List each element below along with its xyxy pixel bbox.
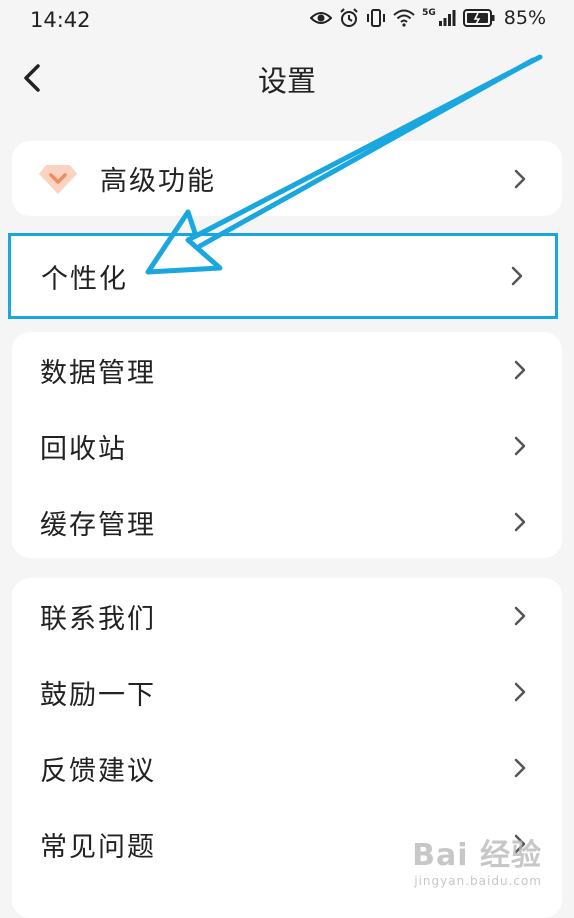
data-management-item[interactable]: 数据管理: [12, 332, 562, 408]
chevron-right-icon: [514, 758, 526, 778]
status-bar: 14:42 5G: [0, 0, 574, 42]
faq-label: 常见问题: [40, 825, 156, 864]
encourage-label: 鼓励一下: [40, 673, 156, 712]
watermark: Bai 经验 jingyan.baidu.com: [412, 830, 542, 888]
encourage-item[interactable]: 鼓励一下: [12, 654, 562, 730]
status-icons: 5G 85%: [310, 7, 546, 29]
watermark-logo: Bai 经验: [412, 830, 542, 874]
gem-icon: [38, 163, 78, 195]
recycle-bin-item[interactable]: 回收站: [12, 408, 562, 484]
chevron-right-icon: [514, 360, 526, 380]
chevron-right-icon: [514, 169, 526, 189]
network-type: 5G: [422, 8, 436, 18]
chevron-right-icon: [511, 266, 523, 286]
premium-card: 高级功能: [12, 141, 562, 216]
data-group-card: 数据管理 回收站 缓存管理: [12, 332, 562, 558]
chevron-right-icon: [514, 606, 526, 626]
premium-features-label: 高级功能: [100, 159, 216, 198]
watermark-url: jingyan.baidu.com: [412, 874, 542, 888]
chevron-right-icon: [514, 512, 526, 532]
page-title: 设置: [0, 58, 574, 100]
battery-percent: 85%: [504, 7, 546, 29]
battery-icon: [463, 9, 495, 27]
personalize-label: 个性化: [41, 257, 128, 296]
chevron-right-icon: [514, 682, 526, 702]
chevron-right-icon: [514, 436, 526, 456]
alarm-icon: [339, 8, 359, 28]
premium-features-item[interactable]: 高级功能: [12, 141, 562, 216]
cache-management-label: 缓存管理: [40, 503, 156, 542]
cache-management-item[interactable]: 缓存管理: [12, 484, 562, 560]
status-time: 14:42: [30, 8, 91, 32]
eye-icon: [310, 10, 332, 26]
personalize-item[interactable]: 个性化: [8, 233, 558, 319]
feedback-label: 反馈建议: [40, 749, 156, 788]
vibrate-icon: [366, 8, 386, 28]
signal-icon: [438, 9, 456, 27]
header: 设置: [0, 50, 574, 106]
feedback-item[interactable]: 反馈建议: [12, 730, 562, 806]
wifi-icon: [393, 9, 415, 27]
contact-us-item[interactable]: 联系我们: [12, 578, 562, 654]
recycle-bin-label: 回收站: [40, 427, 127, 466]
contact-us-label: 联系我们: [40, 597, 156, 636]
data-management-label: 数据管理: [40, 351, 156, 390]
